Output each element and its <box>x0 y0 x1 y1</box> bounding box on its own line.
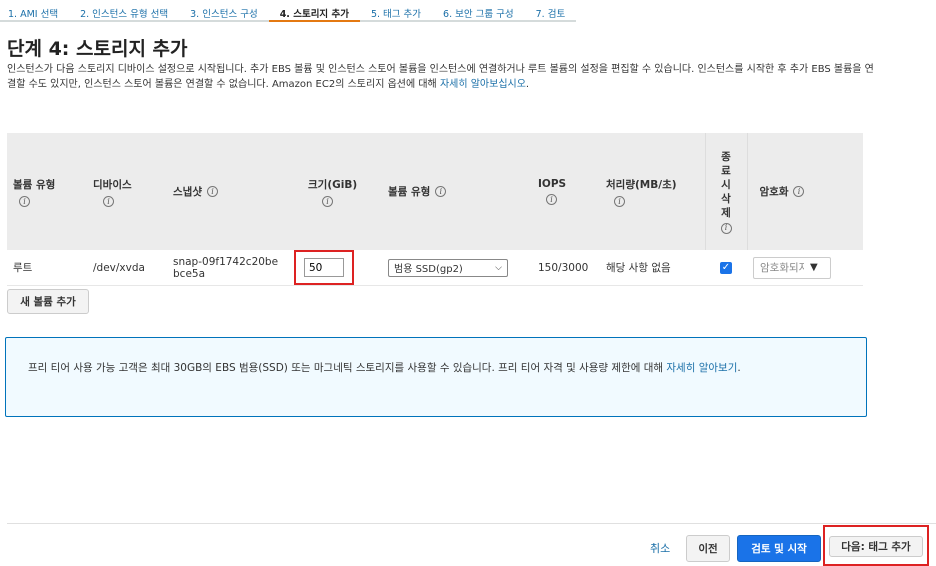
notice-learn-more-link[interactable]: 자세히 알아보기 <box>666 362 737 374</box>
header-encryption: 암호화 i <box>747 133 863 250</box>
next-add-tags-button[interactable]: 다음: 태그 추가 <box>829 536 923 557</box>
info-icon[interactable]: i <box>206 186 218 197</box>
header-delete-on-termination: 종 료 시 삭 제 i <box>704 133 748 250</box>
header-throughput-label: 처리량(MB/초) <box>606 178 677 191</box>
footer-divider <box>7 523 936 524</box>
cell-device: /dev/xvda <box>87 250 167 286</box>
info-icon[interactable]: i <box>435 186 447 197</box>
header-volume-type: 볼륨 유형 i <box>7 133 87 250</box>
header-dot-char: 삭 <box>721 192 731 205</box>
header-volume-type-label: 볼륨 유형 <box>13 178 56 191</box>
header-size-label: 크기(GiB) <box>308 178 358 191</box>
info-icon[interactable]: i <box>103 195 114 207</box>
header-snapshot-label: 스냅샷 <box>173 186 202 198</box>
step-security-group[interactable]: 6. 보안 그룹 구성 <box>432 0 525 22</box>
volume-type-select[interactable]: 범용 SSD(gp2) ⌵ <box>388 258 508 277</box>
review-and-launch-button[interactable]: 검토 및 시작 <box>737 535 821 562</box>
cell-volume-type: 루트 <box>7 250 87 286</box>
previous-button[interactable]: 이전 <box>686 535 730 562</box>
header-device-label: 디바이스 <box>93 178 132 191</box>
cell-encryption: 암호화되지 ▼ <box>747 250 863 286</box>
header-snapshot: 스냅샷 i <box>167 133 302 250</box>
header-ebs-type-label: 볼륨 유형 <box>388 186 431 198</box>
learn-more-link[interactable]: 자세히 알아보십시오 <box>440 79 526 90</box>
next-button-highlight: 다음: 태그 추가 <box>823 525 929 566</box>
info-icon[interactable]: i <box>614 195 625 207</box>
caret-down-icon: ▼ <box>810 262 818 273</box>
step-ami[interactable]: 1. AMI 선택 <box>0 0 70 22</box>
info-icon[interactable]: i <box>793 186 805 197</box>
header-dot-char: 료 <box>721 164 731 177</box>
table-header-row: 볼륨 유형 i 디바이스 i 스냅샷 i 크기(GiB) i 볼륨 유형 i IOPS i … <box>7 133 863 250</box>
page-title: 단계 4: 스토리지 추가 <box>7 38 188 60</box>
cell-iops: 150/3000 <box>532 250 600 286</box>
snapshot-id: snap-09f1742c20bebce5a <box>173 255 279 280</box>
size-input[interactable] <box>304 258 344 277</box>
header-dot-char: 제 <box>721 206 731 219</box>
header-ebs-volume-type: 볼륨 유형 i <box>382 133 532 250</box>
info-icon[interactable]: i <box>19 195 30 207</box>
encryption-value: 암호화되지 <box>760 262 804 274</box>
add-volume-button[interactable]: 새 볼륨 추가 <box>7 289 89 314</box>
description-period: . <box>525 79 530 90</box>
header-device: 디바이스 i <box>87 133 167 250</box>
free-tier-notice: 프리 티어 사용 가능 고객은 최대 30GB의 EBS 범용(SSD) 또는 … <box>5 337 867 417</box>
step-add-tags[interactable]: 5. 태그 추가 <box>359 0 433 22</box>
header-iops-label: IOPS <box>538 178 567 190</box>
header-throughput: 처리량(MB/초) i <box>600 133 705 250</box>
table-row: 루트 /dev/xvda snap-09f1742c20bebce5a 범용 S… <box>7 250 863 286</box>
header-size: 크기(GiB) i <box>302 133 382 250</box>
cell-size <box>294 250 382 286</box>
storage-table: 볼륨 유형 i 디바이스 i 스냅샷 i 크기(GiB) i 볼륨 유형 i IOPS i … <box>7 133 863 286</box>
cell-ebs-volume-type: 범용 SSD(gp2) ⌵ <box>382 250 532 286</box>
notice-text: 프리 티어 사용 가능 고객은 최대 30GB의 EBS 범용(SSD) 또는 … <box>28 362 667 374</box>
wizard-steps: 1. AMI 선택 2. 인스턴스 유형 선택 3. 인스턴스 구성 4. 스토… <box>0 0 577 22</box>
volume-type-value: 범용 SSD(gp2) <box>394 264 463 275</box>
delete-on-termination-checkbox[interactable]: ✓ <box>720 261 732 274</box>
chevron-down-icon: ⌵ <box>495 262 502 273</box>
step-review[interactable]: 7. 검토 <box>524 0 577 22</box>
header-dot-char: 시 <box>721 178 731 191</box>
cancel-link[interactable]: 취소 <box>650 540 670 556</box>
notice-period: . <box>737 362 741 374</box>
header-dot-char: 종 <box>721 150 731 163</box>
info-icon[interactable]: i <box>322 195 333 207</box>
cell-snapshot: snap-09f1742c20bebce5a <box>167 250 302 286</box>
header-iops: IOPS i <box>532 133 600 250</box>
cell-throughput: 해당 사항 없음 <box>600 250 705 286</box>
info-icon[interactable]: i <box>546 194 557 205</box>
step-instance-type[interactable]: 2. 인스턴스 유형 선택 <box>69 0 180 22</box>
step-configure-instance[interactable]: 3. 인스턴스 구성 <box>179 0 269 22</box>
info-icon[interactable]: i <box>720 222 732 234</box>
encryption-select[interactable]: 암호화되지 ▼ <box>753 256 831 279</box>
cell-delete-on-termination: ✓ <box>705 250 747 286</box>
header-encryption-label: 암호화 <box>759 186 789 198</box>
page-description: 인스턴스가 다음 스토리지 디바이스 설정으로 시작됩니다. 추가 EBS 볼륨… <box>7 62 877 92</box>
step-add-storage[interactable]: 4. 스토리지 추가 <box>268 0 360 22</box>
size-highlight <box>294 250 354 285</box>
